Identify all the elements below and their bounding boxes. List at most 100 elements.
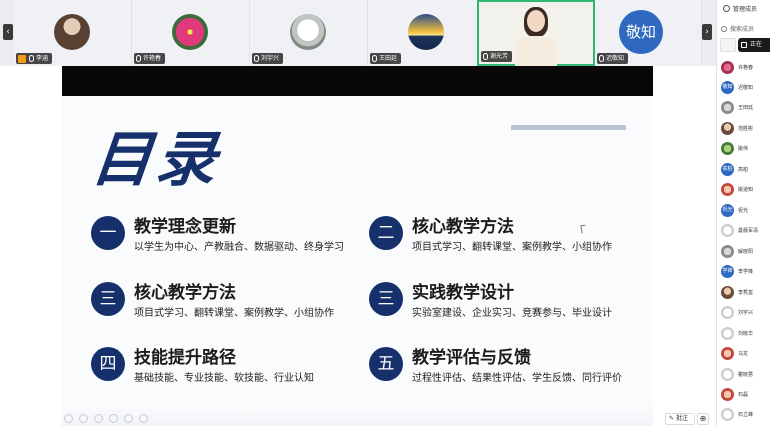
- member-item[interactable]: 瞿晓慧: [721, 366, 753, 382]
- toc-item: 一 教学理念更新 以学生为中心、产教融合、数据驱动、终身学习: [91, 216, 351, 266]
- search-icon: [721, 25, 727, 32]
- avatar: 学锋: [721, 264, 734, 278]
- toc-title: 实践教学设计: [412, 283, 514, 303]
- member-name: 刘晓华: [738, 330, 754, 337]
- tool-icon[interactable]: [139, 414, 148, 423]
- member-name: 曼晨军清: [738, 227, 759, 234]
- toc-title: 技能提升路径: [134, 348, 236, 368]
- tool-icon[interactable]: [94, 414, 103, 423]
- avatar: [721, 346, 734, 360]
- member-name: 瞿晓慧: [738, 371, 754, 378]
- member-item[interactable]: 姚伟: [721, 140, 748, 156]
- member-item[interactable]: 李秀玺: [721, 284, 753, 300]
- toc-subtitle: 实验室建设、企业实习、竞赛参与、毕业设计: [412, 308, 612, 319]
- toc-item: 三 核心教学方法 项目式学习、翻转课堂、案例教学、小组协作: [91, 282, 351, 332]
- chevron-right-icon[interactable]: ›: [702, 24, 712, 40]
- tool-icon[interactable]: [79, 414, 88, 423]
- slide-title: 目录: [88, 125, 224, 195]
- microphone-icon: [29, 55, 34, 62]
- member-item[interactable]: 刘晓华: [721, 325, 753, 341]
- toc-number: 二: [369, 216, 403, 250]
- member-name: 李秀玺: [738, 289, 754, 296]
- participant-tile[interactable]: 王田廷: [368, 0, 486, 66]
- participant-name: 许艳春: [143, 55, 162, 62]
- avatar: [721, 326, 734, 340]
- participant-name-tag: 谢光芳: [481, 51, 513, 62]
- presenter-chip[interactable]: [720, 38, 736, 52]
- toc-title: 核心教学方法: [134, 283, 236, 303]
- participant-name: 迟敬知: [606, 55, 625, 62]
- member-item[interactable]: 曼晨军清: [721, 222, 758, 238]
- search-input[interactable]: 搜索成员: [721, 24, 754, 33]
- avatar: [721, 60, 734, 74]
- member-item[interactable]: 敬知 迟敬知: [721, 79, 753, 95]
- participant-tile[interactable]: 李涵: [14, 0, 132, 66]
- member-item[interactable]: 许艳春: [721, 59, 753, 75]
- people-icon: [723, 5, 730, 12]
- tool-icon[interactable]: [64, 414, 73, 423]
- participant-name: 王田廷: [379, 55, 398, 62]
- member-name: 高柏: [738, 166, 749, 173]
- avatar: [290, 14, 326, 50]
- member-name: 李学锋: [738, 268, 754, 275]
- member-item[interactable]: 王田廷: [721, 99, 753, 115]
- participant-video: [513, 6, 559, 66]
- zoom-icon[interactable]: ⊕: [697, 413, 709, 425]
- participant-name-tag: 许艳春: [134, 53, 166, 64]
- toc-item: 二 核心教学方法 项目式学习、翻转课堂、案例教学、小组协作: [369, 216, 629, 266]
- participant-tile[interactable]: 敬知 迟敬知: [595, 0, 702, 66]
- participant-name: 李涵: [36, 55, 49, 62]
- chevron-left-icon[interactable]: ‹: [3, 24, 13, 40]
- toc-subtitle: 以学生为中心、产教融合、数据驱动、终身学习: [134, 242, 344, 253]
- avatar: 祝光: [721, 203, 734, 217]
- avatar: [721, 223, 734, 237]
- slide-footer: [62, 406, 653, 426]
- member-item[interactable]: 石磊: [721, 386, 748, 402]
- avatar: [721, 407, 734, 421]
- member-item[interactable]: 姚道知: [721, 181, 753, 197]
- member-name: 马龙: [738, 350, 749, 357]
- member-name: 姚伟: [738, 145, 749, 152]
- participant-name-tag: 刘宇兴: [252, 53, 284, 64]
- tool-icon[interactable]: [109, 414, 118, 423]
- member-name: 姚道知: [738, 186, 754, 193]
- member-item[interactable]: 范胜彬: [721, 120, 753, 136]
- screen-share-indicator[interactable]: 正在: [738, 38, 770, 52]
- member-name: 刘宇兴: [738, 309, 754, 316]
- microphone-icon: [483, 53, 488, 60]
- participant-tile[interactable]: 许艳春: [132, 0, 250, 66]
- avatar: 敬知: [721, 80, 734, 94]
- member-item[interactable]: 刘宇兴: [721, 304, 753, 320]
- annotate-label: 批注: [675, 415, 688, 422]
- toc-number: 三: [91, 282, 125, 316]
- member-item[interactable]: 马龙: [721, 345, 748, 361]
- member-name: 石磊: [738, 391, 749, 398]
- avatar: 高柏: [721, 162, 734, 176]
- participant-tile[interactable]: 刘宇兴: [250, 0, 368, 66]
- member-name: 王田廷: [738, 104, 754, 111]
- avatar: 敬知: [619, 10, 663, 54]
- slide-tools: [64, 414, 148, 423]
- screen-share-icon: [741, 42, 747, 48]
- toc-title: 教学评估与反馈: [412, 348, 531, 368]
- member-item[interactable]: 祝光 祝光: [721, 202, 748, 218]
- toc-subtitle: 项目式学习、翻转课堂、案例教学、小组协作: [412, 242, 612, 253]
- toc-number: 一: [91, 216, 125, 250]
- member-item[interactable]: 学锋 李学锋: [721, 263, 753, 279]
- toc-subtitle: 过程性评估、结果性评估、学生反馈、同行评价: [412, 373, 622, 384]
- member-item[interactable]: 石立峰: [721, 406, 753, 422]
- toc-number: 四: [91, 347, 125, 381]
- microphone-icon: [599, 55, 604, 62]
- annotate-button[interactable]: ✎ 批注: [665, 413, 695, 425]
- search-placeholder: 搜索成员: [730, 26, 755, 33]
- participant-tile-active[interactable]: 谢光芳: [477, 0, 595, 66]
- microphone-icon: [372, 55, 377, 62]
- member-name: 许艳春: [738, 64, 754, 71]
- sidebar-header: 管理成员: [723, 4, 757, 13]
- member-item[interactable]: 高柏 高柏: [721, 161, 748, 177]
- slide-top-bar: [62, 66, 653, 96]
- avatar: [721, 100, 734, 114]
- tool-icon[interactable]: [124, 414, 133, 423]
- avatar: [408, 14, 444, 50]
- member-item[interactable]: 解晓阳: [721, 243, 753, 259]
